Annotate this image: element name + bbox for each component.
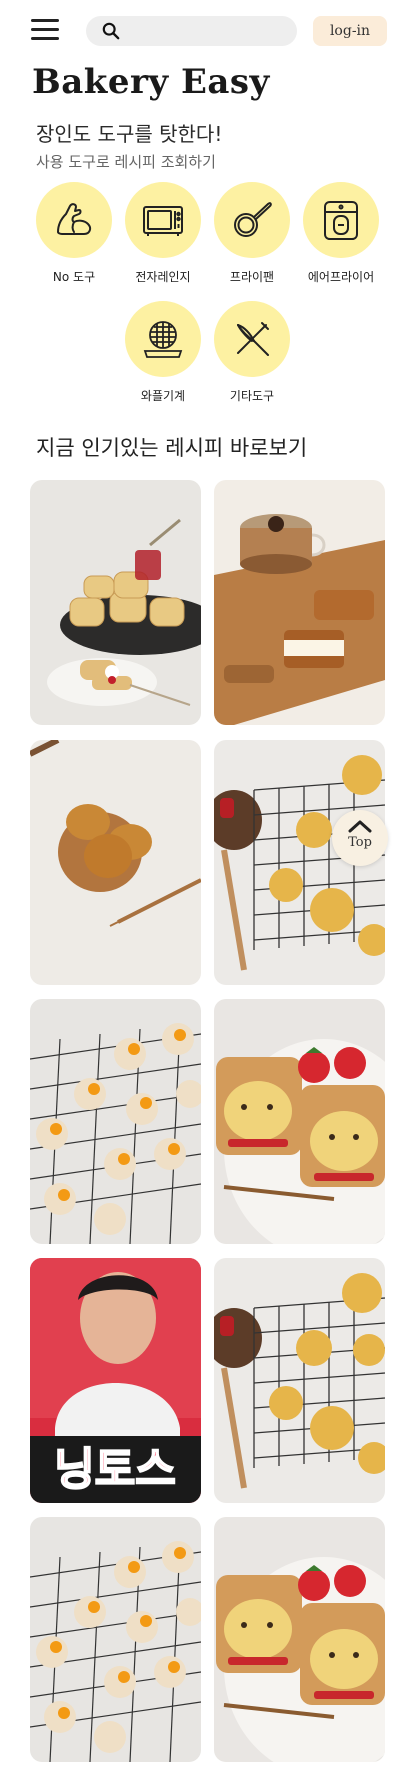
scroll-to-top-button[interactable]: Top <box>332 810 388 866</box>
hero-title: 장인도 도구를 탓한다! <box>36 122 223 146</box>
scones-jam-photo <box>30 480 201 725</box>
frying-pan-icon <box>234 202 272 237</box>
recipe-card-dalgona-coffee[interactable] <box>214 480 385 725</box>
search-icon <box>102 22 120 40</box>
search-bar[interactable] <box>86 16 297 46</box>
tool-label: 프라이팬 <box>229 270 275 284</box>
recipe-card-madeleines[interactable] <box>30 740 201 985</box>
tool-label: 와플기계 <box>140 389 186 403</box>
cream-puffs-rack-photo <box>214 1258 385 1503</box>
recipe-card-cream-puffs-2[interactable] <box>214 1258 385 1503</box>
search-input[interactable] <box>128 19 288 43</box>
recipe-card-bear-toast[interactable] <box>214 999 385 1244</box>
waffle-maker-icon <box>143 321 183 358</box>
air-fryer-icon <box>324 201 358 240</box>
chevron-up-icon <box>348 820 372 833</box>
tool-air-fryer[interactable]: 에어프라이어 <box>296 182 386 285</box>
microwave-icon <box>143 206 183 236</box>
tool-no-tool[interactable]: No 도구 <box>29 182 119 285</box>
recipe-card-chef-video[interactable]: 닝토스 <box>30 1258 201 1503</box>
dalgona-coffee-lotus-photo <box>214 480 385 725</box>
tool-label: 에어프라이어 <box>307 270 375 284</box>
orange-tarts-rack-photo <box>30 999 201 1244</box>
recipe-card-scones[interactable] <box>30 480 201 725</box>
tool-waffle-maker[interactable]: 와플기계 <box>118 301 208 404</box>
tool-etc[interactable]: 기타도구 <box>207 301 297 404</box>
login-button[interactable]: log-in <box>313 16 387 46</box>
hamburger-menu-icon[interactable] <box>31 19 59 43</box>
bear-toast-strawberries-photo <box>214 1517 385 1762</box>
recipe-card-bear-toast-2[interactable] <box>214 1517 385 1762</box>
tool-label: No 도구 <box>52 270 96 284</box>
hero-subtitle: 사용 도구로 레시피 조회하기 <box>36 153 216 171</box>
madeleines-plate-photo <box>30 740 201 985</box>
recipe-card-orange-tarts-2[interactable] <box>30 1517 201 1762</box>
tool-label: 기타도구 <box>229 389 275 403</box>
svg-text:닝토스: 닝토스 <box>54 1444 175 1495</box>
brand-logo-text[interactable]: Bakery Easy <box>32 62 270 102</box>
top-button-label: Top <box>348 835 372 850</box>
tool-frying-pan[interactable]: 프라이팬 <box>207 182 297 285</box>
whisk-icon <box>237 322 269 356</box>
tool-microwave[interactable]: 전자레인지 <box>118 182 208 285</box>
chef-video-thumbnail-photo: 닝토스 <box>30 1258 201 1503</box>
bear-toast-strawberries-photo <box>214 999 385 1244</box>
orange-tarts-rack-photo <box>30 1517 201 1762</box>
recipe-card-orange-tarts[interactable] <box>30 999 201 1244</box>
top-header: log-in <box>0 0 414 62</box>
popular-recipes-title: 지금 인기있는 레시피 바로보기 <box>36 436 308 460</box>
arm-muscle-icon <box>57 203 92 235</box>
tool-label: 전자레인지 <box>135 270 191 284</box>
